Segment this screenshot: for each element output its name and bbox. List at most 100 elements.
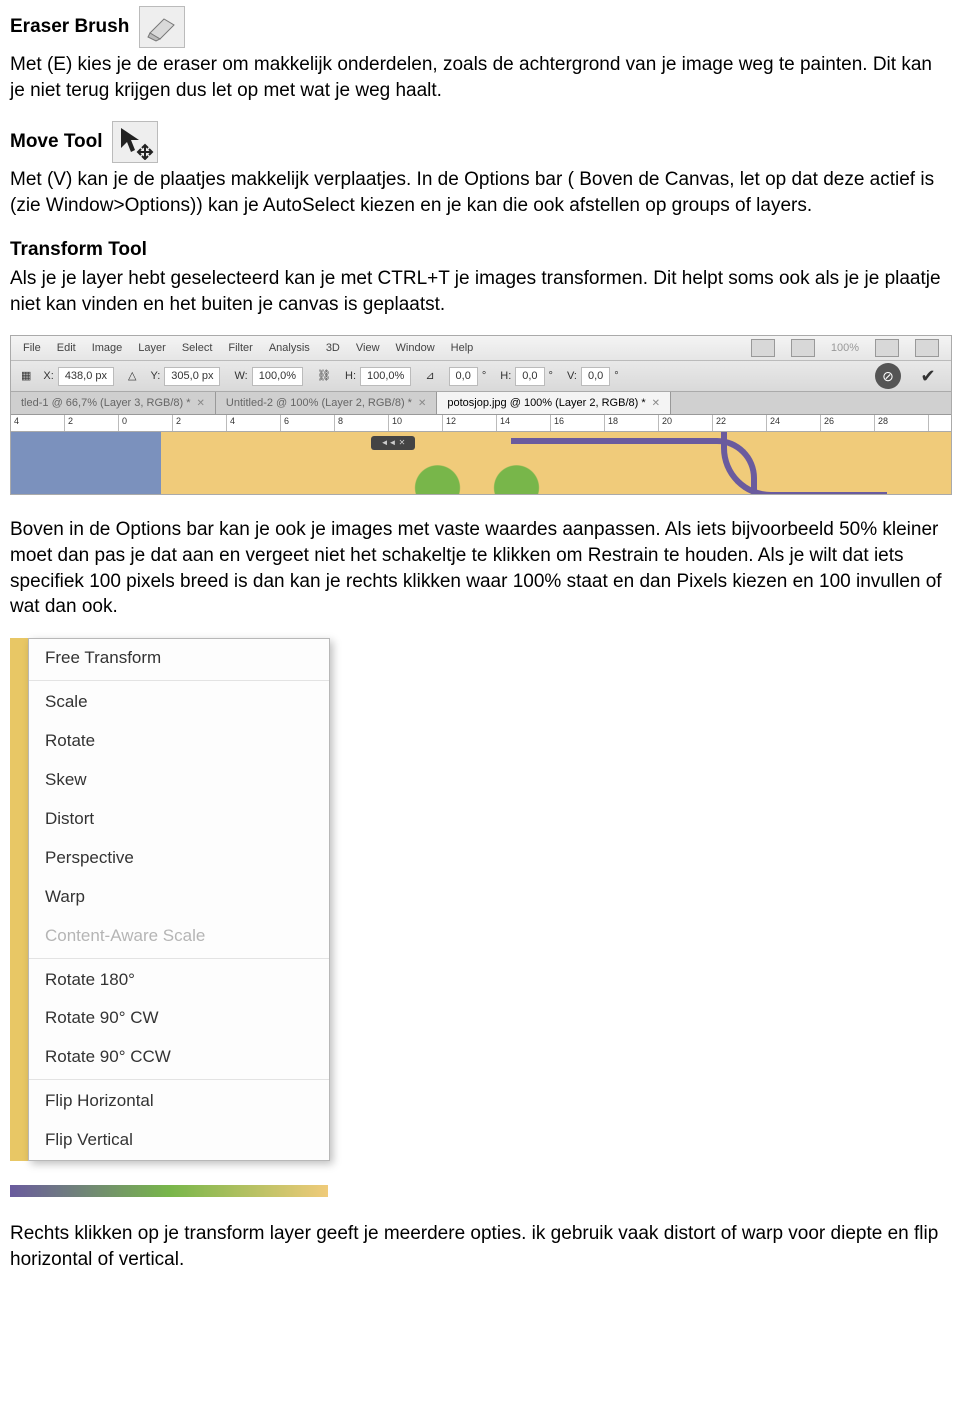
ctx-item-rotate-180-[interactable]: Rotate 180° — [29, 961, 329, 1000]
ruler-tick: 10 — [389, 415, 443, 431]
tab-label: tled-1 @ 66,7% (Layer 3, RGB/8) * — [21, 396, 191, 411]
menu-edit[interactable]: Edit — [57, 341, 76, 356]
move-body: Met (V) kan je de plaatjes makkelijk ver… — [10, 167, 950, 218]
menu-select[interactable]: Select — [182, 341, 213, 356]
ps-menubar: File Edit Image Layer Select Filter Anal… — [11, 336, 951, 361]
doc-tab-2[interactable]: Untitled-2 @ 100% (Layer 2, RGB/8) * ✕ — [216, 392, 437, 414]
menu-image[interactable]: Image — [92, 341, 123, 356]
deg: ° — [482, 369, 486, 384]
ps-options-bar: ▦ X: 438,0 px △ Y: 305,0 px W: 100,0% ⛓ H: 1… — [11, 361, 951, 392]
ctx-item-skew[interactable]: Skew — [29, 761, 329, 800]
menu-help[interactable]: Help — [451, 341, 474, 356]
ruler-tick: 22 — [713, 415, 767, 431]
launch-bridge-icon[interactable] — [751, 339, 775, 357]
zoom-level[interactable]: 100% — [831, 341, 859, 356]
transform-body: Als je je layer hebt geselecteerd kan je… — [10, 266, 950, 317]
hand-tool-icon[interactable] — [875, 339, 899, 357]
menu-layer[interactable]: Layer — [138, 341, 166, 356]
zoom-tool-icon[interactable] — [915, 339, 939, 357]
close-icon[interactable]: ✕ — [418, 397, 426, 411]
ctx-item-flip-vertical[interactable]: Flip Vertical — [29, 1121, 329, 1160]
close-icon[interactable]: ✕ — [652, 397, 660, 411]
deg3: ° — [614, 369, 618, 384]
move-section: Move Tool Met (V) kan je de plaatjes mak… — [10, 121, 950, 218]
ctx-item-flip-horizontal[interactable]: Flip Horizontal — [29, 1082, 329, 1121]
ruler-tick: 26 — [821, 415, 875, 431]
photoshop-options-screenshot: File Edit Image Layer Select Filter Anal… — [10, 335, 952, 495]
menu-file[interactable]: File — [23, 341, 41, 356]
ruler-tick: 2 — [65, 415, 119, 431]
ctx-item-scale[interactable]: Scale — [29, 683, 329, 722]
ruler-tick: 4 — [11, 415, 65, 431]
eraser-heading: Eraser Brush — [10, 16, 129, 37]
separator — [29, 958, 329, 959]
transform-context-menu-screenshot: Free Transform ScaleRotateSkewDistortPers… — [10, 638, 950, 1161]
ctx-item-rotate[interactable]: Rotate — [29, 722, 329, 761]
ctx-item-distort[interactable]: Distort — [29, 800, 329, 839]
ruler-tick: 18 — [605, 415, 659, 431]
ps-canvas-area: ◄◄ ✕ — [11, 432, 951, 494]
ctx-item-rotate-90-cw[interactable]: Rotate 90° CW — [29, 999, 329, 1038]
ruler-tick: 2 — [173, 415, 227, 431]
options-bar-explanation: Boven in de Options bar kan je ook je im… — [10, 517, 950, 620]
eraser-body: Met (E) kies je de eraser om makkelijk o… — [10, 52, 950, 103]
ps-document-tabs: tled-1 @ 66,7% (Layer 3, RGB/8) * ✕ Untit… — [11, 392, 951, 415]
w-label: W: — [234, 369, 247, 384]
vskew-label: V: — [567, 369, 577, 384]
menu-3d[interactable]: 3D — [326, 341, 340, 356]
h-value[interactable]: 100,0% — [360, 367, 411, 386]
link-icon[interactable]: ⛓ — [317, 369, 331, 384]
tab-label: potosjop.jpg @ 100% (Layer 2, RGB/8) * — [447, 396, 645, 411]
ps-ruler: 420246810121416182022242628 — [11, 415, 951, 432]
deg2: ° — [549, 369, 553, 384]
tab-label: Untitled-2 @ 100% (Layer 2, RGB/8) * — [226, 396, 412, 411]
ruler-tick: 12 — [443, 415, 497, 431]
ctx-item-free-transform[interactable]: Free Transform — [29, 639, 329, 678]
ctx-item-warp[interactable]: Warp — [29, 878, 329, 917]
close-icon[interactable]: ✕ — [197, 397, 205, 411]
ctx-item-rotate-90-ccw[interactable]: Rotate 90° CCW — [29, 1038, 329, 1077]
angle-icon: ⊿ — [425, 369, 434, 384]
transform-heading: Transform Tool — [10, 239, 147, 260]
screen-mode-icon[interactable] — [791, 339, 815, 357]
separator — [29, 1079, 329, 1080]
reference-point-icon[interactable]: ▦ — [21, 369, 29, 384]
menu-window[interactable]: Window — [396, 341, 435, 356]
commit-transform-icon[interactable]: ✔ — [915, 363, 941, 389]
transform-section: Transform Tool Als je je layer hebt gese… — [10, 237, 950, 318]
menu-filter[interactable]: Filter — [228, 341, 252, 356]
eraser-section: Eraser Brush Met (E) kies je de eraser o… — [10, 6, 950, 103]
doc-tab-3[interactable]: potosjop.jpg @ 100% (Layer 2, RGB/8) * ✕ — [437, 392, 671, 414]
ruler-tick: 6 — [281, 415, 335, 431]
hskew-label: H: — [500, 369, 511, 384]
rotation-value[interactable]: 0,0 — [449, 367, 478, 386]
ruler-tick: 8 — [335, 415, 389, 431]
ruler-tick: 14 — [497, 415, 551, 431]
h-label: H: — [345, 369, 356, 384]
menu-analysis[interactable]: Analysis — [269, 341, 310, 356]
x-value[interactable]: 438,0 px — [58, 367, 114, 386]
ctx-item-content-aware-scale: Content-Aware Scale — [29, 917, 329, 956]
closing-paragraph: Rechts klikken op je transform layer gee… — [10, 1221, 950, 1272]
hskew-value[interactable]: 0,0 — [515, 367, 544, 386]
ruler-tick: 16 — [551, 415, 605, 431]
ruler-tick: 20 — [659, 415, 713, 431]
cancel-transform-icon[interactable]: ⊘ — [875, 363, 901, 389]
ctx-item-perspective[interactable]: Perspective — [29, 839, 329, 878]
y-value[interactable]: 305,0 px — [164, 367, 220, 386]
menu-view[interactable]: View — [356, 341, 380, 356]
doc-tab-1[interactable]: tled-1 @ 66,7% (Layer 3, RGB/8) * ✕ — [11, 392, 216, 414]
move-tool-icon — [112, 121, 158, 163]
transform-context-menu: Free Transform ScaleRotateSkewDistortPers… — [28, 638, 330, 1161]
separator — [29, 680, 329, 681]
ruler-tick: 0 — [119, 415, 173, 431]
eraser-icon — [139, 6, 185, 48]
vskew-value[interactable]: 0,0 — [581, 367, 610, 386]
w-value[interactable]: 100,0% — [252, 367, 303, 386]
move-heading: Move Tool — [10, 131, 103, 152]
y-label: Y: — [150, 369, 160, 384]
ruler-tick: 28 — [875, 415, 929, 431]
ruler-tick: 4 — [227, 415, 281, 431]
x-label: X: — [43, 369, 53, 384]
delta-icon: △ — [128, 369, 136, 384]
